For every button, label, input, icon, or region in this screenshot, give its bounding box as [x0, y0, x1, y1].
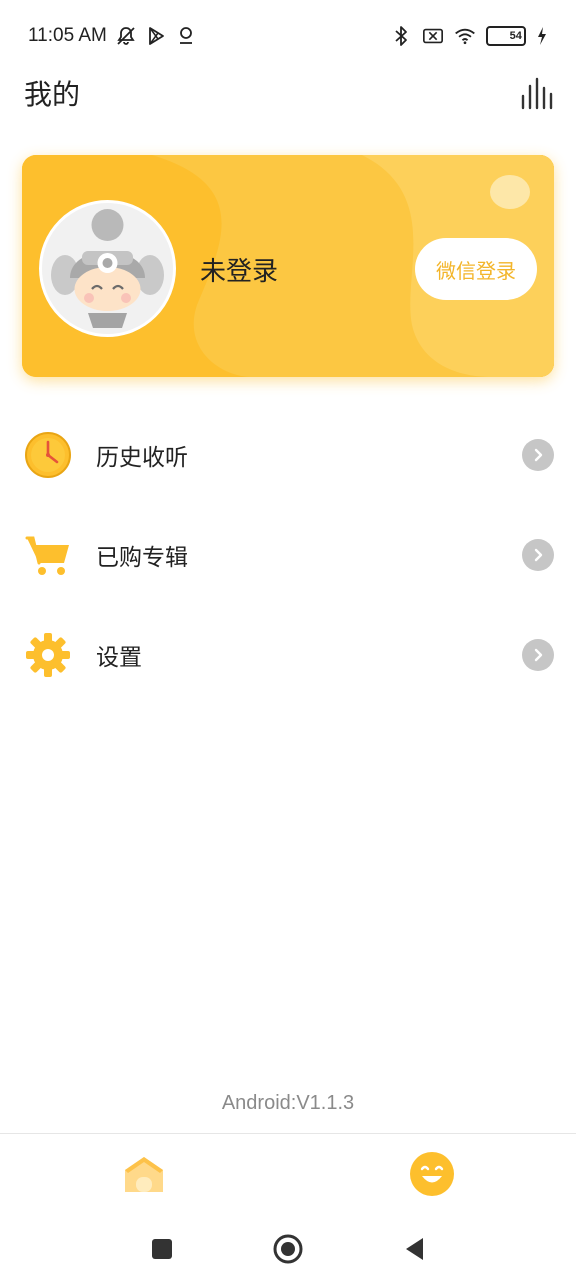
status-right: 54	[390, 25, 548, 47]
smiley-icon	[409, 1151, 455, 1201]
tab-mine[interactable]	[288, 1134, 576, 1217]
menu-item-settings[interactable]: 设置	[0, 605, 576, 705]
bluetooth-icon	[390, 25, 412, 47]
home-button[interactable]	[225, 1234, 351, 1264]
status-time: 11:05 AM	[28, 25, 107, 46]
bottom-tab-bar	[0, 1133, 576, 1217]
chevron-right-icon	[522, 639, 554, 671]
battery-icon: 54	[486, 26, 526, 46]
battery-level: 54	[509, 30, 522, 42]
clock-icon	[24, 431, 72, 479]
app-version: Android:V1.1.3	[221, 1092, 355, 1114]
menu-item-purchased[interactable]: 已购专辑	[0, 505, 576, 605]
charging-icon	[536, 25, 548, 47]
home-icon	[122, 1154, 166, 1198]
equalizer-icon[interactable]	[520, 75, 554, 111]
status-left: 11:05 AM	[28, 25, 197, 47]
gear-icon	[24, 631, 72, 679]
menu-list: 历史收听 已购专辑 设置	[0, 405, 576, 705]
no-sim-icon	[422, 25, 444, 47]
cart-icon	[24, 531, 72, 579]
chevron-right-icon	[522, 439, 554, 471]
wifi-icon	[454, 25, 476, 47]
system-nav-bar	[0, 1217, 576, 1280]
page-title: 我的	[24, 78, 81, 111]
avatar[interactable]	[39, 200, 176, 337]
muted-notification-icon	[115, 25, 137, 47]
wechat-login-button[interactable]: 微信登录	[415, 238, 537, 300]
play-store-icon	[145, 25, 167, 47]
menu-label-purchased: 已购专辑	[96, 545, 188, 571]
status-bar: 11:05 AM 54	[0, 0, 576, 72]
recents-button[interactable]	[99, 1238, 225, 1260]
tab-home[interactable]	[0, 1134, 288, 1217]
back-button[interactable]	[351, 1236, 477, 1262]
login-status: 未登录	[200, 257, 279, 287]
chevron-right-icon	[522, 539, 554, 571]
menu-item-history[interactable]: 历史收听	[0, 405, 576, 505]
profile-card: 未登录 微信登录	[22, 155, 554, 377]
page-header: 我的	[0, 72, 576, 114]
menu-label-settings: 设置	[96, 645, 142, 671]
location-icon	[175, 25, 197, 47]
menu-label-history: 历史收听	[96, 445, 188, 471]
